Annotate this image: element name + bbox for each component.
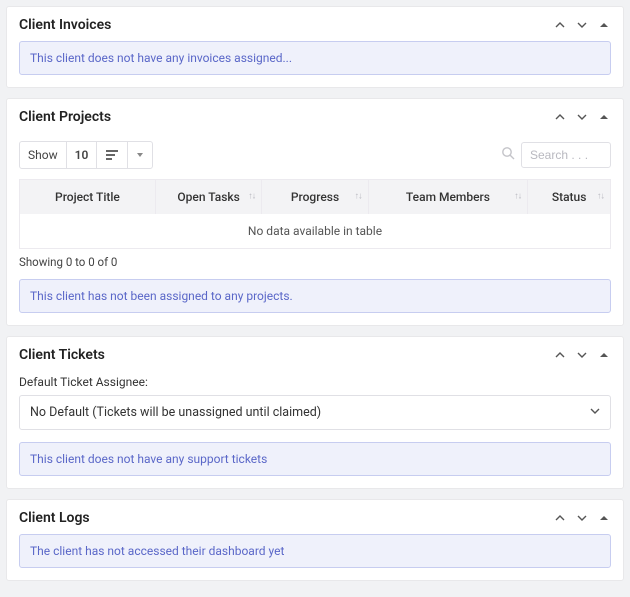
move-up-icon[interactable]: [553, 18, 567, 32]
page-size-selector[interactable]: Show 10: [19, 141, 153, 169]
move-up-icon[interactable]: [553, 110, 567, 124]
client-logs-panel: Client Logs The client has not accessed …: [6, 499, 624, 581]
col-progress[interactable]: Progress↑↓: [262, 180, 368, 215]
move-down-icon[interactable]: [575, 511, 589, 525]
collapse-icon[interactable]: [597, 18, 611, 32]
col-team-members[interactable]: Team Members↑↓: [368, 180, 528, 215]
move-down-icon[interactable]: [575, 110, 589, 124]
col-status[interactable]: Status↑↓: [528, 180, 611, 215]
dropdown-caret-icon: [128, 142, 152, 168]
sort-icon: ↑↓: [597, 194, 604, 201]
collapse-icon[interactable]: [597, 348, 611, 362]
collapse-icon[interactable]: [597, 511, 611, 525]
chevron-down-icon: [590, 405, 600, 420]
move-down-icon[interactable]: [575, 18, 589, 32]
no-data-cell: No data available in table: [20, 214, 611, 249]
empty-projects-message: This client has not been assigned to any…: [19, 279, 611, 313]
sort-icon: ↑↓: [355, 194, 362, 201]
table-toolbar: Show 10: [19, 141, 611, 169]
sort-lines-icon: [97, 142, 128, 168]
panel-header: Client Invoices: [19, 7, 611, 41]
empty-invoices-message: This client does not have any invoices a…: [19, 41, 611, 75]
sort-icon: ↑↓: [248, 194, 255, 201]
assignee-select[interactable]: No Default (Tickets will be unassigned u…: [19, 395, 611, 430]
show-count: 10: [67, 142, 98, 168]
panel-title: Client Projects: [19, 109, 111, 125]
empty-tickets-message: This client does not have any support ti…: [19, 442, 611, 476]
assignee-selected-value: No Default (Tickets will be unassigned u…: [30, 405, 321, 420]
panel-controls: [553, 511, 611, 525]
collapse-icon[interactable]: [597, 110, 611, 124]
table-header-row: Project Title Open Tasks↑↓ Progress↑↓ Te…: [20, 180, 611, 215]
panel-header: Client Tickets: [19, 337, 611, 371]
col-project-title[interactable]: Project Title: [20, 180, 156, 215]
panel-title: Client Invoices: [19, 17, 111, 33]
move-up-icon[interactable]: [553, 511, 567, 525]
panel-controls: [553, 18, 611, 32]
empty-logs-message: The client has not accessed their dashbo…: [19, 534, 611, 568]
table-empty-row: No data available in table: [20, 214, 611, 249]
client-invoices-panel: Client Invoices This client does not hav…: [6, 6, 624, 88]
show-label: Show: [20, 142, 67, 168]
panel-title: Client Logs: [19, 510, 90, 526]
client-tickets-panel: Client Tickets Default Ticket Assignee: …: [6, 336, 624, 489]
move-down-icon[interactable]: [575, 348, 589, 362]
search-input[interactable]: [521, 142, 611, 168]
move-up-icon[interactable]: [553, 348, 567, 362]
panel-header: Client Logs: [19, 500, 611, 534]
col-open-tasks[interactable]: Open Tasks↑↓: [155, 180, 261, 215]
client-projects-panel: Client Projects Show 10 Project Title Op…: [6, 98, 624, 326]
assignee-label: Default Ticket Assignee:: [19, 375, 611, 389]
sort-icon: ↑↓: [514, 194, 521, 201]
panel-header: Client Projects: [19, 99, 611, 133]
search-icon: [501, 146, 515, 164]
search-wrap: [501, 142, 611, 168]
projects-table: Project Title Open Tasks↑↓ Progress↑↓ Te…: [19, 179, 611, 249]
panel-controls: [553, 110, 611, 124]
panel-title: Client Tickets: [19, 347, 105, 363]
table-showing-info: Showing 0 to 0 of 0: [19, 255, 611, 269]
panel-controls: [553, 348, 611, 362]
